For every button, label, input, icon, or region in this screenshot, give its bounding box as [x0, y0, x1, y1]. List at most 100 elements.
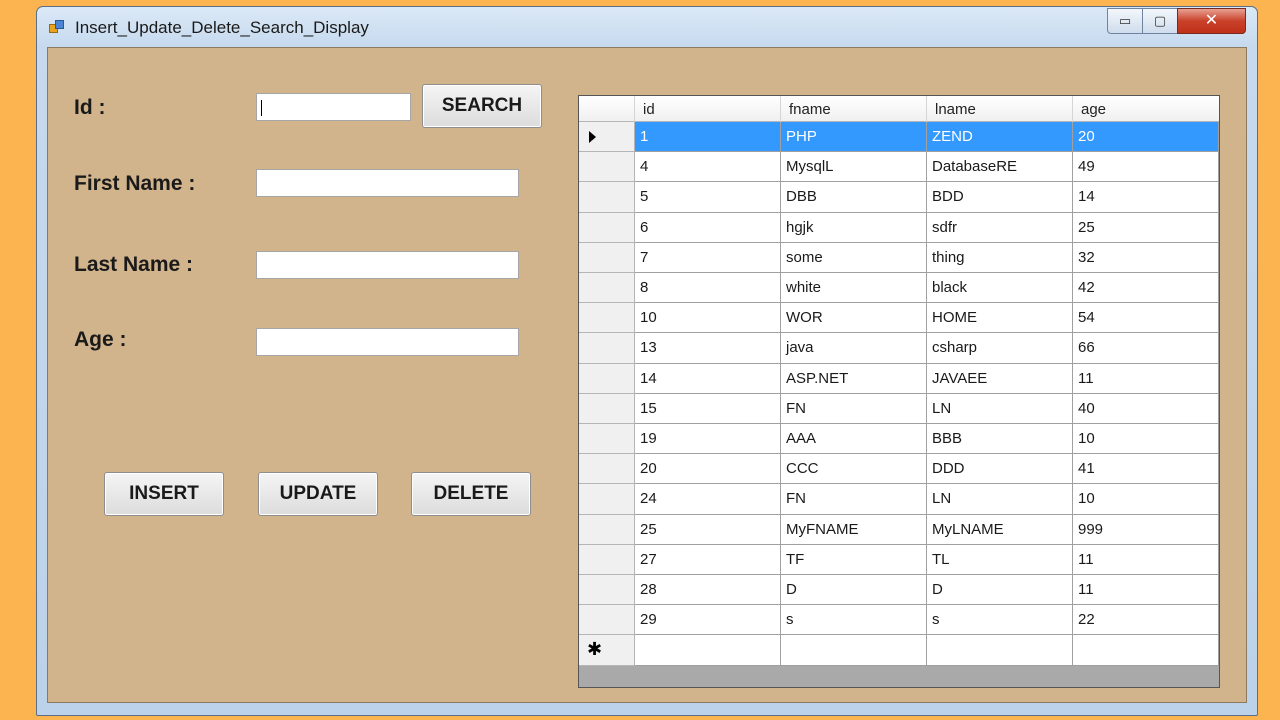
row-header[interactable] [579, 424, 635, 455]
cell-lname[interactable]: D [927, 575, 1073, 606]
row-header[interactable] [579, 484, 635, 515]
cell-fname[interactable] [781, 635, 927, 666]
table-row[interactable]: 4 MysqlL DatabaseRE 49 [579, 152, 1219, 183]
cell-lname[interactable]: HOME [927, 303, 1073, 334]
cell-lname[interactable]: LN [927, 393, 1073, 424]
table-row[interactable]: 5 DBB BDD 14 [579, 182, 1219, 213]
table-row[interactable]: 15 FN LN 40 [579, 393, 1219, 424]
first-name-input-box[interactable] [256, 169, 519, 197]
table-row[interactable]: 7 some thing 32 [579, 242, 1219, 273]
row-header[interactable] [579, 514, 635, 545]
cell-id[interactable]: 10 [635, 303, 781, 334]
row-header[interactable] [579, 122, 635, 153]
cell-id[interactable]: 1 [635, 122, 781, 153]
maximize-button[interactable]: ▢ [1142, 8, 1178, 34]
table-row[interactable]: 25 MyFNAME MyLNAME 999 [579, 514, 1219, 545]
first-name-input[interactable] [257, 170, 518, 196]
cell-lname[interactable]: MyLNAME [927, 514, 1073, 545]
cell-fname[interactable]: ASP.NET [781, 363, 927, 394]
cell-id[interactable]: 6 [635, 212, 781, 243]
cell-fname[interactable]: s [781, 605, 927, 636]
cell-id[interactable]: 7 [635, 242, 781, 273]
cell-fname[interactable]: hgjk [781, 212, 927, 243]
delete-button[interactable]: DELETE [411, 472, 531, 516]
cell-id[interactable]: 20 [635, 454, 781, 485]
cell-age[interactable]: 10 [1073, 424, 1219, 455]
title-bar[interactable]: Insert_Update_Delete_Search_Display ▭ ▢ … [37, 7, 1257, 47]
cell-id[interactable]: 28 [635, 575, 781, 606]
cell-lname[interactable]: black [927, 273, 1073, 304]
cell-age[interactable]: 20 [1073, 122, 1219, 153]
cell-id[interactable]: 25 [635, 514, 781, 545]
column-header-age[interactable]: age [1073, 96, 1219, 122]
new-row[interactable]: ✱ [579, 635, 1219, 666]
insert-button[interactable]: INSERT [104, 472, 224, 516]
cell-id[interactable]: 29 [635, 605, 781, 636]
cell-age[interactable]: 14 [1073, 182, 1219, 213]
table-row[interactable]: 19 AAA BBB 10 [579, 424, 1219, 455]
search-button[interactable]: SEARCH [422, 84, 542, 128]
column-header-fname[interactable]: fname [781, 96, 927, 122]
cell-lname[interactable]: ZEND [927, 122, 1073, 153]
cell-lname[interactable]: s [927, 605, 1073, 636]
cell-age[interactable]: 22 [1073, 605, 1219, 636]
row-header[interactable] [579, 303, 635, 334]
row-header[interactable] [579, 242, 635, 273]
cell-fname[interactable]: white [781, 273, 927, 304]
cell-age[interactable] [1073, 635, 1219, 666]
row-header[interactable] [579, 575, 635, 606]
cell-age[interactable]: 25 [1073, 212, 1219, 243]
cell-lname[interactable]: BDD [927, 182, 1073, 213]
cell-lname[interactable]: thing [927, 242, 1073, 273]
row-header[interactable] [579, 212, 635, 243]
cell-age[interactable]: 54 [1073, 303, 1219, 334]
cell-lname[interactable]: DatabaseRE [927, 152, 1073, 183]
cell-fname[interactable]: D [781, 575, 927, 606]
cell-id[interactable]: 8 [635, 273, 781, 304]
cell-lname[interactable]: BBB [927, 424, 1073, 455]
cell-age[interactable]: 32 [1073, 242, 1219, 273]
cell-fname[interactable]: some [781, 242, 927, 273]
cell-age[interactable]: 41 [1073, 454, 1219, 485]
cell-age[interactable]: 42 [1073, 273, 1219, 304]
cell-id[interactable]: 14 [635, 363, 781, 394]
cell-lname[interactable] [927, 635, 1073, 666]
column-header-id[interactable]: id [635, 96, 781, 122]
minimize-button[interactable]: ▭ [1107, 8, 1143, 34]
id-input[interactable] [257, 94, 410, 120]
table-row[interactable]: 1 PHP ZEND 20 [579, 122, 1219, 153]
age-input[interactable] [257, 329, 518, 355]
row-header[interactable] [579, 182, 635, 213]
cell-id[interactable]: 5 [635, 182, 781, 213]
table-row[interactable]: 13 java csharp 66 [579, 333, 1219, 364]
table-row[interactable]: 6 hgjk sdfr 25 [579, 212, 1219, 243]
cell-age[interactable]: 11 [1073, 544, 1219, 575]
cell-id[interactable]: 4 [635, 152, 781, 183]
row-header[interactable] [579, 454, 635, 485]
data-grid[interactable]: id fname lname age 1 PHP ZEND 20 4 MysqlL Data… [578, 95, 1220, 688]
last-name-input[interactable] [257, 252, 518, 278]
cell-fname[interactable]: PHP [781, 122, 927, 153]
update-button[interactable]: UPDATE [258, 472, 378, 516]
cell-id[interactable]: 15 [635, 393, 781, 424]
cell-age[interactable]: 11 [1073, 363, 1219, 394]
cell-fname[interactable]: WOR [781, 303, 927, 334]
cell-lname[interactable]: JAVAEE [927, 363, 1073, 394]
cell-fname[interactable]: java [781, 333, 927, 364]
cell-fname[interactable]: AAA [781, 424, 927, 455]
cell-id[interactable]: 27 [635, 544, 781, 575]
table-row[interactable]: 8 white black 42 [579, 273, 1219, 304]
close-button[interactable]: ✕ [1177, 8, 1246, 34]
id-input-box[interactable] [256, 93, 411, 121]
cell-age[interactable]: 10 [1073, 484, 1219, 515]
table-row[interactable]: 14 ASP.NET JAVAEE 11 [579, 363, 1219, 394]
cell-age[interactable]: 11 [1073, 575, 1219, 606]
cell-id[interactable]: 19 [635, 424, 781, 455]
cell-id[interactable] [635, 635, 781, 666]
table-row[interactable]: 10 WOR HOME 54 [579, 303, 1219, 334]
cell-fname[interactable]: FN [781, 484, 927, 515]
row-header[interactable] [579, 544, 635, 575]
table-row[interactable]: 29 s s 22 [579, 605, 1219, 636]
cell-lname[interactable]: csharp [927, 333, 1073, 364]
cell-lname[interactable]: DDD [927, 454, 1073, 485]
